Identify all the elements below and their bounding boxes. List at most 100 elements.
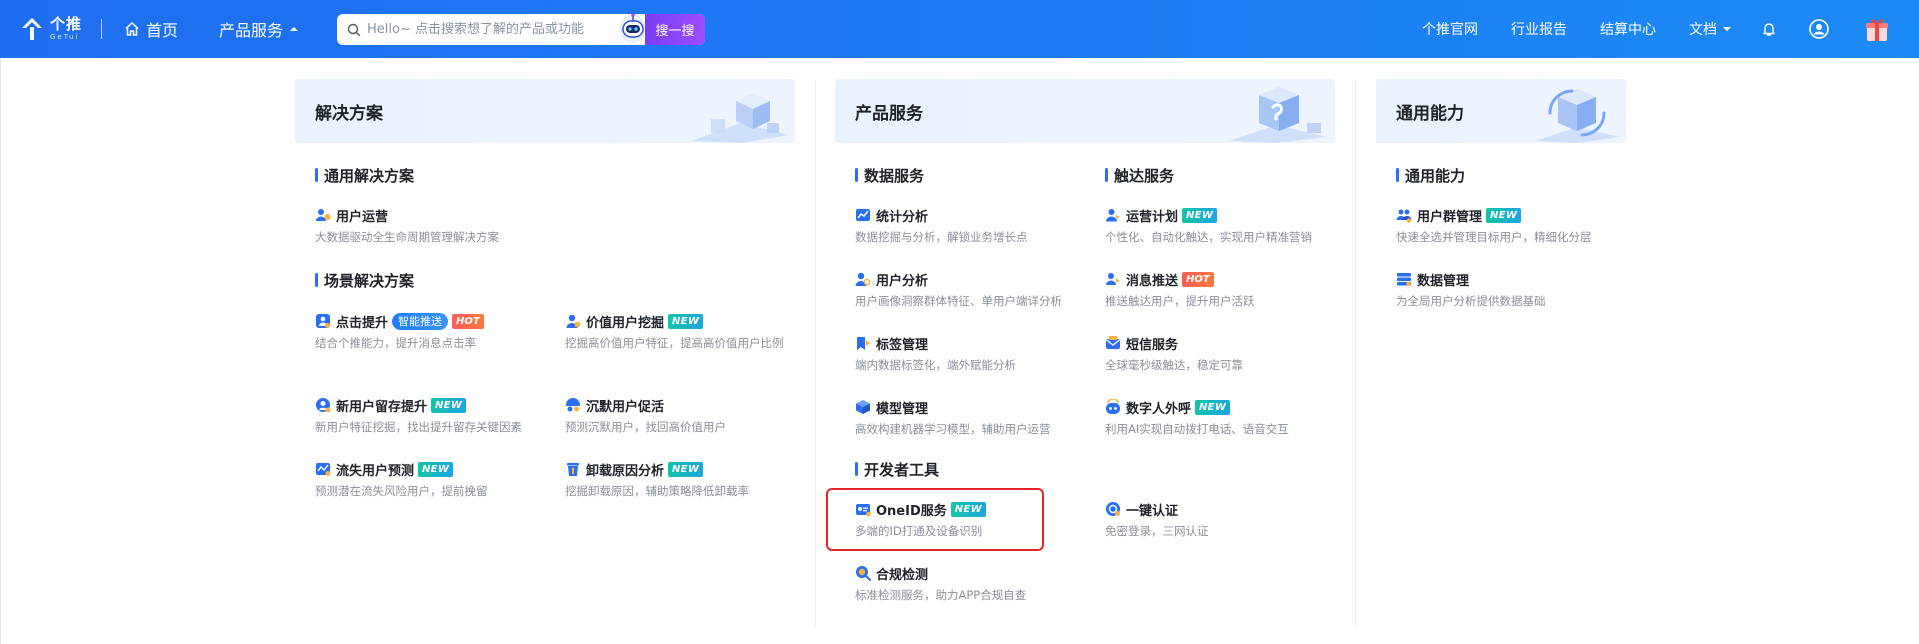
caret-down-icon [1723, 27, 1731, 31]
link-billing-center[interactable]: 结算中心 [1600, 17, 1656, 41]
one-click-auth-icon [1106, 502, 1120, 516]
item-description: 个性化、自动化触达，实现用户精准营销 [1105, 230, 1312, 244]
item-silent-user-activation[interactable]: 沉默用户促活 预测沉默用户，找回高价值用户 [565, 396, 785, 437]
link-industry-reports[interactable]: 行业报告 [1511, 17, 1567, 41]
item-one-click-auth[interactable]: 一键认证 免密登录，三网认证 [1105, 500, 1335, 541]
data-table-icon [1397, 273, 1411, 286]
getui-logo[interactable]: 个推 GeTui [18, 13, 86, 45]
item-name: 统计分析 [876, 209, 929, 225]
link-official-site[interactable]: 个推官网 [1422, 17, 1478, 41]
search-input[interactable] [367, 22, 617, 37]
item-digital-human-call[interactable]: 数字人外呼 NEW 利用AI实现自动拨打电话、语音交互 [1105, 398, 1335, 439]
user-operations-icon [316, 209, 331, 221]
item-message-push[interactable]: 消息推送 HOT 推送触达用户，提升用户活跃 [1105, 270, 1335, 311]
section-reach-services: 触达服务 [1105, 165, 1174, 185]
section-general-capabilities: 通用能力 [1396, 165, 1465, 185]
item-name: 沉默用户促活 [586, 399, 665, 415]
search-button[interactable]: 搜一搜 [645, 14, 705, 45]
item-description: 预测潜在流失风险用户，提前挽留 [315, 484, 488, 498]
silent-user-icon [566, 398, 580, 412]
item-description: 多端的ID打通及设备识别 [855, 524, 983, 538]
item-name: 用户运营 [336, 209, 389, 225]
item-name: 一键认证 [1126, 503, 1179, 519]
item-new-user-retention[interactable]: 新用户留存提升 NEW 新用户特征挖掘，找出提升留存关键因素 [315, 396, 545, 437]
products-panel-header: 产品服务 [835, 79, 1335, 143]
item-uninstall-analysis[interactable]: 卸载原因分析 NEW 挖掘卸载原因，辅助策略降低卸载率 [565, 460, 785, 501]
item-description: 结合个推能力，提升消息点击率 [315, 336, 476, 350]
new-badge: NEW [1182, 207, 1218, 223]
item-user-group-management[interactable]: 用户群管理 NEW 快速全选并管理目标用户，精细化分层 [1396, 206, 1626, 247]
item-description: 数据挖掘与分析，解锁业务增长点 [855, 230, 1028, 244]
section-title: 场景解决方案 [324, 271, 415, 290]
section-developer-tools: 开发者工具 [855, 459, 939, 479]
section-marker [855, 168, 858, 182]
section-general-solutions: 通用解决方案 [315, 165, 414, 185]
smart-push-tag: 智能推送 [392, 312, 449, 330]
item-compliance-check[interactable]: 合规检测 标准检测服务，助力APP合规自查 [855, 564, 1085, 605]
item-name: 点击提升 [336, 315, 389, 331]
item-statistics-analysis[interactable]: 统计分析 数据挖掘与分析，解锁业务增长点 [855, 206, 1085, 247]
section-scene-solutions: 场景解决方案 [315, 270, 414, 290]
hot-badge: HOT [452, 313, 484, 329]
notification-bell-button[interactable] [1756, 16, 1782, 42]
new-badge: NEW [668, 313, 704, 329]
line-chart-icon [856, 209, 870, 221]
item-description: 快速全选并管理目标用户，精细化分层 [1396, 230, 1592, 244]
sms-envelope-icon [1106, 336, 1120, 349]
retention-icon [316, 398, 331, 413]
new-badge: NEW [1486, 207, 1522, 223]
item-tag-management[interactable]: 标签管理 端内数据标签化，端外赋能分析 [855, 334, 1085, 375]
logo-mark-icon [22, 18, 42, 40]
item-user-operations[interactable]: 用户运营 大数据驱动全生命周期管理解决方案 [315, 206, 545, 247]
item-name: 运营计划 [1126, 209, 1179, 225]
item-description: 新用户特征挖掘，找出提升留存关键因素 [315, 420, 522, 434]
caret-up-icon [290, 27, 299, 31]
compliance-search-icon [856, 566, 871, 581]
section-title: 触达服务 [1114, 166, 1175, 185]
panel-title: 产品服务 [855, 104, 923, 124]
item-description: 为全局用户分析提供数据基础 [1396, 294, 1546, 308]
item-churn-prediction[interactable]: 流失用户预测 NEW 预测潜在流失风险用户，提前挽留 [315, 460, 545, 501]
item-name: 短信服务 [1126, 337, 1179, 353]
tag-icon [857, 337, 870, 350]
item-description: 推送触达用户，提升用户活跃 [1105, 294, 1255, 308]
user-account-button[interactable] [1806, 16, 1832, 42]
nav-products-dropdown[interactable]: 产品服务 [219, 17, 299, 41]
item-name: 用户群管理 [1417, 209, 1483, 225]
item-description: 预测沉默用户，找回高价值用户 [565, 420, 726, 434]
nav-products-label: 产品服务 [219, 21, 284, 40]
item-value-user-mining[interactable]: 价值用户挖掘 NEW 挖掘高价值用户特征，提高高价值用户比例 [565, 312, 785, 353]
item-description: 大数据驱动全生命周期管理解决方案 [315, 230, 499, 244]
item-description: 端内数据标签化，端外赋能分析 [855, 358, 1016, 372]
item-sms-service[interactable]: 短信服务 全球毫秒级触达，稳定可靠 [1105, 334, 1335, 375]
oneid-card-icon [856, 504, 871, 517]
item-name: 合规检测 [876, 567, 929, 583]
gift-button[interactable] [1862, 14, 1892, 44]
capability-box-illustration-icon [1536, 89, 1620, 143]
panel-title: 解决方案 [315, 104, 383, 124]
item-name: 卸载原因分析 [586, 463, 665, 479]
item-data-management[interactable]: 数据管理 为全局用户分析提供数据基础 [1396, 270, 1626, 311]
product-box-illustration-icon [1229, 87, 1327, 143]
search-icon [347, 23, 361, 36]
item-description: 高效构建机器学习模型，辅助用户运营 [855, 422, 1051, 436]
item-click-boost[interactable]: 点击提升 智能推送 HOT 结合个推能力，提升消息点击率 [315, 312, 545, 353]
section-marker [315, 168, 318, 182]
docs-dropdown[interactable]: 文档 [1689, 17, 1732, 41]
hot-badge: HOT [1182, 271, 1214, 287]
top-navigation-bar: 个推 GeTui 首页 产品服务 搜一搜 个推官网 行业报告 [0, 0, 1919, 58]
item-oneid-service[interactable]: OneID服务 NEW 多端的ID打通及设备识别 [855, 500, 1035, 541]
item-operations-plan[interactable]: 运营计划 NEW 个性化、自动化触达，实现用户精准营销 [1105, 206, 1335, 247]
cube-model-icon [856, 400, 870, 414]
bell-icon [1763, 23, 1775, 36]
item-user-analysis[interactable]: 用户分析 用户画像洞察群体特征、单用户端详分析 [855, 270, 1085, 311]
item-name: 用户分析 [876, 273, 929, 289]
logo-subtext: GeTui [50, 33, 80, 41]
page-left-border [0, 58, 1, 644]
nav-home[interactable]: 首页 [124, 17, 178, 41]
section-title: 开发者工具 [864, 460, 940, 479]
section-title: 通用能力 [1405, 166, 1466, 185]
section-marker [1105, 168, 1108, 182]
item-model-management[interactable]: 模型管理 高效构建机器学习模型，辅助用户运营 [855, 398, 1085, 439]
item-description: 标准检测服务，助力APP合规自查 [855, 588, 1027, 602]
